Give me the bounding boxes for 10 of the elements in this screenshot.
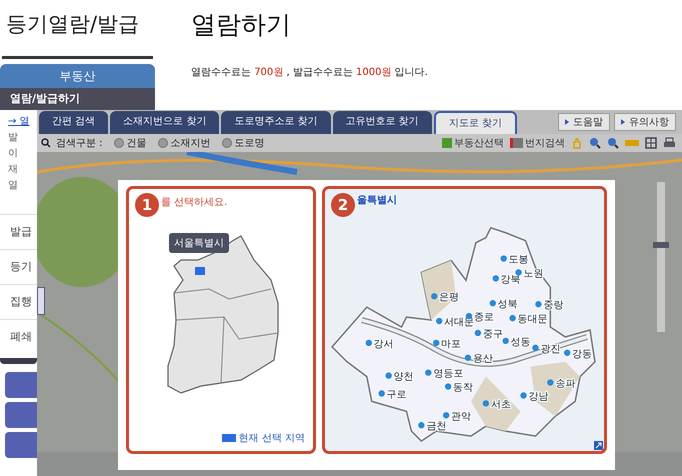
fee-notice: 열람수수료는 700원 , 발급수수료는 1000원 입니다. <box>191 66 428 79</box>
search-type-label: 검색구분 : <box>56 137 103 150</box>
legend-label: 현재 선택 지역 <box>238 432 305 445</box>
page-title: 열람하기 <box>191 9 292 41</box>
step-badge: 1 <box>135 193 159 217</box>
region-tooltip: 서울특별시 <box>169 233 229 253</box>
city-title: 울특별시 <box>357 194 397 207</box>
region-prompt: 를 선택하세요. <box>161 196 228 209</box>
section-title: 등기열람/발급 <box>5 11 140 38</box>
step-badge: 2 <box>331 193 355 217</box>
